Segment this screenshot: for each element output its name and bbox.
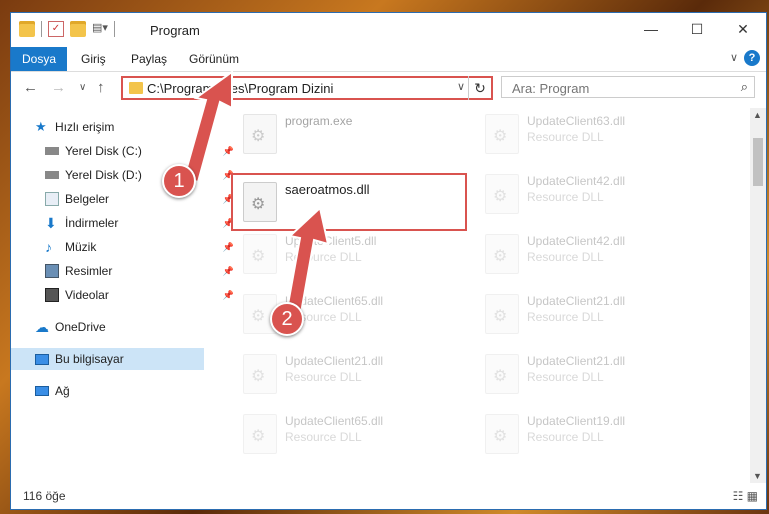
- annotation-arrows: [182, 70, 330, 315]
- step-badge-2: 2: [270, 302, 304, 336]
- arrow-1: [182, 70, 233, 184]
- step-badge-1: 1: [162, 164, 196, 198]
- arrow-2: [285, 206, 330, 315]
